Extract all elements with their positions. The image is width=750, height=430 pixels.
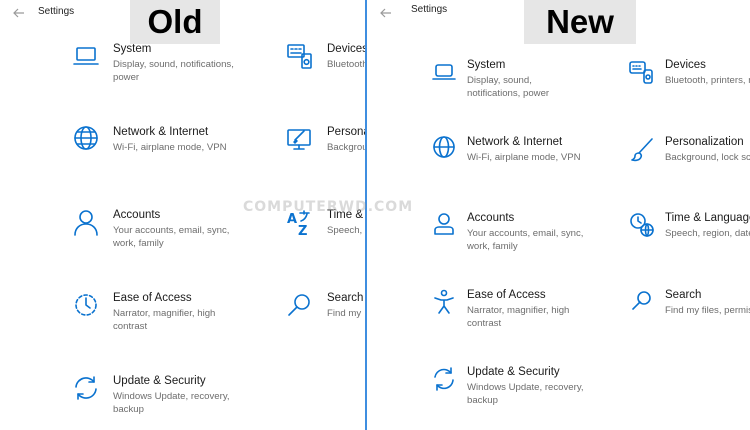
- item-description: Speech, region, date: [665, 228, 750, 239]
- item-description: Your accounts, email, sync, work, family: [467, 228, 584, 252]
- person-icon: [430, 212, 458, 240]
- item-name: System: [113, 43, 152, 55]
- sync-arrows-icon: [72, 375, 100, 403]
- search-icon: [628, 289, 656, 317]
- item-name: Time & Language: [665, 212, 750, 224]
- svg-text:Z: Z: [298, 224, 307, 237]
- ease-of-access-timer-icon: [72, 292, 100, 320]
- clock-globe-icon: [628, 212, 656, 240]
- sync-arrows-icon: [430, 366, 458, 394]
- laptop-icon: [430, 59, 458, 87]
- item-description: Narrator, magnifier, high contrast: [467, 305, 570, 329]
- person-icon: [72, 209, 100, 237]
- window-title: Settings: [38, 6, 75, 17]
- monitor-brush-icon: [286, 126, 314, 154]
- globe-icon: [430, 136, 458, 164]
- item-name: Ease of Access: [113, 292, 192, 304]
- item-name: System: [467, 59, 506, 71]
- back-button[interactable]: [10, 4, 28, 22]
- item-name: Accounts: [467, 212, 515, 224]
- back-button[interactable]: [377, 4, 395, 22]
- item-description: Bluetooth: [327, 59, 365, 70]
- item-name: Accounts: [113, 209, 161, 221]
- item-description: Wi-Fi, airplane mode, VPN: [467, 152, 581, 163]
- search-icon: [286, 292, 314, 320]
- keyboard-speaker-icon: [286, 43, 314, 71]
- item-description: Find my: [327, 308, 362, 319]
- item-name: Personalization: [665, 136, 744, 148]
- item-description: Speech, r: [327, 225, 365, 236]
- item-description: Background, lock scre: [665, 152, 750, 163]
- item-name: Update & Security: [467, 366, 560, 378]
- item-description: Find my files, permiss: [665, 305, 750, 316]
- item-description: Display, sound, notifications, power: [113, 59, 234, 83]
- item-description: Your accounts, email, sync, work, family: [113, 225, 230, 249]
- item-name: Search: [327, 292, 364, 304]
- accessibility-person-icon: [430, 289, 458, 317]
- item-description: Backgrou: [327, 142, 365, 153]
- new-label: New: [524, 0, 636, 44]
- item-name: Network & Internet: [113, 126, 209, 138]
- window-title: Settings: [411, 4, 448, 15]
- globe-icon: [72, 126, 100, 154]
- laptop-icon: [72, 43, 100, 71]
- item-name: Search: [665, 289, 702, 301]
- brush-icon: [628, 136, 656, 164]
- item-name: Network & Internet: [467, 136, 563, 148]
- item-description: Narrator, magnifier, high contrast: [113, 308, 216, 332]
- arrow-left-icon: [13, 8, 24, 18]
- item-name: Update & Security: [113, 375, 206, 387]
- item-name: Ease of Access: [467, 289, 546, 301]
- item-name: Persona: [327, 126, 365, 138]
- item-description: Windows Update, recovery, backup: [113, 391, 230, 415]
- item-description: Windows Update, recovery, backup: [467, 382, 584, 406]
- item-description: Wi-Fi, airplane mode, VPN: [113, 142, 227, 153]
- item-description: Display, sound, notifications, power: [467, 75, 550, 99]
- keyboard-speaker-icon: [628, 59, 656, 87]
- old-label: Old: [130, 0, 220, 44]
- item-name: Devices: [665, 59, 706, 71]
- item-description: Bluetooth, printers, mou: [665, 75, 750, 86]
- watermark: COMPUTERWD.COM: [243, 199, 414, 215]
- item-name: Devices: [327, 43, 365, 55]
- arrow-left-icon: [380, 8, 391, 18]
